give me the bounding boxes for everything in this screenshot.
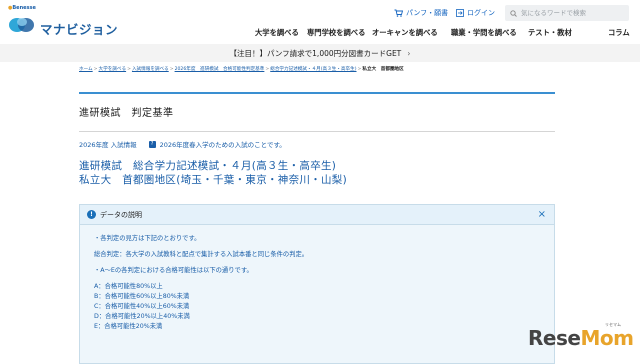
pamphlet-label: パンフ・願書 xyxy=(406,9,449,17)
panel-header[interactable]: ! データの説明 × xyxy=(80,205,554,225)
cart-icon xyxy=(394,9,403,17)
explanation-grades-intro: ・A～Eの各判定における合格可能性は以下の通りです。 xyxy=(94,267,253,274)
exam-title: 進研模試 総合学力記述模試・４月(高３生・高卒生) 私立大 首都圏地区(埼玉・千… xyxy=(79,159,347,187)
breadcrumb: ホーム>大学を調べる>入試情報を調べる>2026年度 進研模試 合格可能性判定基… xyxy=(79,67,404,72)
main-nav: 大学を調べる 専門学校を調べる オーキャンを調べる ⌄ 職業・学問を調べる ⌄ テス… xyxy=(255,28,630,37)
panel-body: ・各判定の見方は下記のとおりです。 総合判定：各大学の入試教科と配点で集計する入… xyxy=(80,225,554,332)
breadcrumb-criteria[interactable]: 2026年度 進研模試 合格可能性判定基準 xyxy=(175,67,265,72)
benesse-logo[interactable]: ●Benesse xyxy=(8,5,36,11)
year-label: 2026年度 入試情報 xyxy=(79,141,137,149)
grade-d: D：合格可能性20%以上40%未満 xyxy=(94,313,190,320)
site-header: ●Benesse マナビジョン パンフ・願書 ログイン 大学を調べる 専門学校を… xyxy=(0,0,640,42)
watermark-ruby: リセマム xyxy=(605,322,621,327)
banner-text: 【注目！】パンフ請求で1,000円分図書カードGET xyxy=(229,48,402,58)
chevron-down-icon: ⌄ xyxy=(374,28,380,35)
title-divider xyxy=(79,131,555,132)
breadcrumb-current: 私立大 首都圏地区 xyxy=(362,67,404,72)
grade-c: C：合格可能性40%以上60%未満 xyxy=(94,303,190,310)
exam-title-line2: 私立大 首都圏地区(埼玉・千葉・東京・神奈川・山梨) xyxy=(79,174,347,186)
breadcrumb-home[interactable]: ホーム xyxy=(79,67,93,72)
title-top-rule xyxy=(79,92,555,94)
login-link[interactable]: ログイン xyxy=(456,8,495,18)
help-icon[interactable]: ? xyxy=(148,140,156,148)
chevron-down-icon: ⌄ xyxy=(453,28,459,35)
breadcrumb-exam[interactable]: 総合学力記述模試・４月(高３生・高卒生) xyxy=(270,67,356,72)
main-section: 進研模試 判定基準 xyxy=(79,92,555,132)
year-note: 2026年度春入学のための入試のことです。 xyxy=(159,141,286,149)
login-icon xyxy=(456,9,464,17)
promo-banner[interactable]: 【注目！】パンフ請求で1,000円分図書カードGET › xyxy=(0,44,640,62)
grade-a: A：合格可能性80%以上 xyxy=(94,283,163,290)
search-input[interactable] xyxy=(521,9,621,17)
exam-meta: 2026年度 入試情報 ? 2026年度春入学のための入試のことです。 xyxy=(79,139,286,149)
breadcrumb-exam-info[interactable]: 入試情報を調べる xyxy=(132,67,169,72)
grade-list: A：合格可能性80%以上 B：合格可能性60%以上80%未満 C：合格可能性40… xyxy=(94,282,554,332)
search-box[interactable] xyxy=(505,5,629,21)
close-icon[interactable]: × xyxy=(538,209,546,221)
chevron-right-icon: › xyxy=(407,48,411,58)
exam-title-line1: 進研模試 総合学力記述模試・４月(高３生・高卒生) xyxy=(79,160,337,172)
grade-e: E：合格可能性20%未満 xyxy=(94,323,163,330)
info-icon: ! xyxy=(87,210,96,219)
data-explanation-panel: ! データの説明 × ・各判定の見方は下記のとおりです。 総合判定：各大学の入試… xyxy=(79,204,555,364)
page-title: 進研模試 判定基準 xyxy=(79,108,174,119)
login-label: ログイン xyxy=(467,9,495,17)
panel-heading: データの説明 xyxy=(100,210,142,219)
grade-b: B：合格可能性60%以上80%未満 xyxy=(94,293,190,300)
search-icon xyxy=(510,9,517,17)
explanation-intro: ・各判定の見方は下記のとおりです。 xyxy=(94,235,201,242)
pamphlet-link[interactable]: パンフ・願書 xyxy=(394,8,448,18)
resemom-watermark: ReseMom xyxy=(528,326,634,350)
explanation-overall: 総合判定：各大学の入試教科と配点で集計する入試本番と同じ条件の判定。 xyxy=(94,251,309,258)
breadcrumb-university[interactable]: 大学を調べる xyxy=(99,67,127,72)
